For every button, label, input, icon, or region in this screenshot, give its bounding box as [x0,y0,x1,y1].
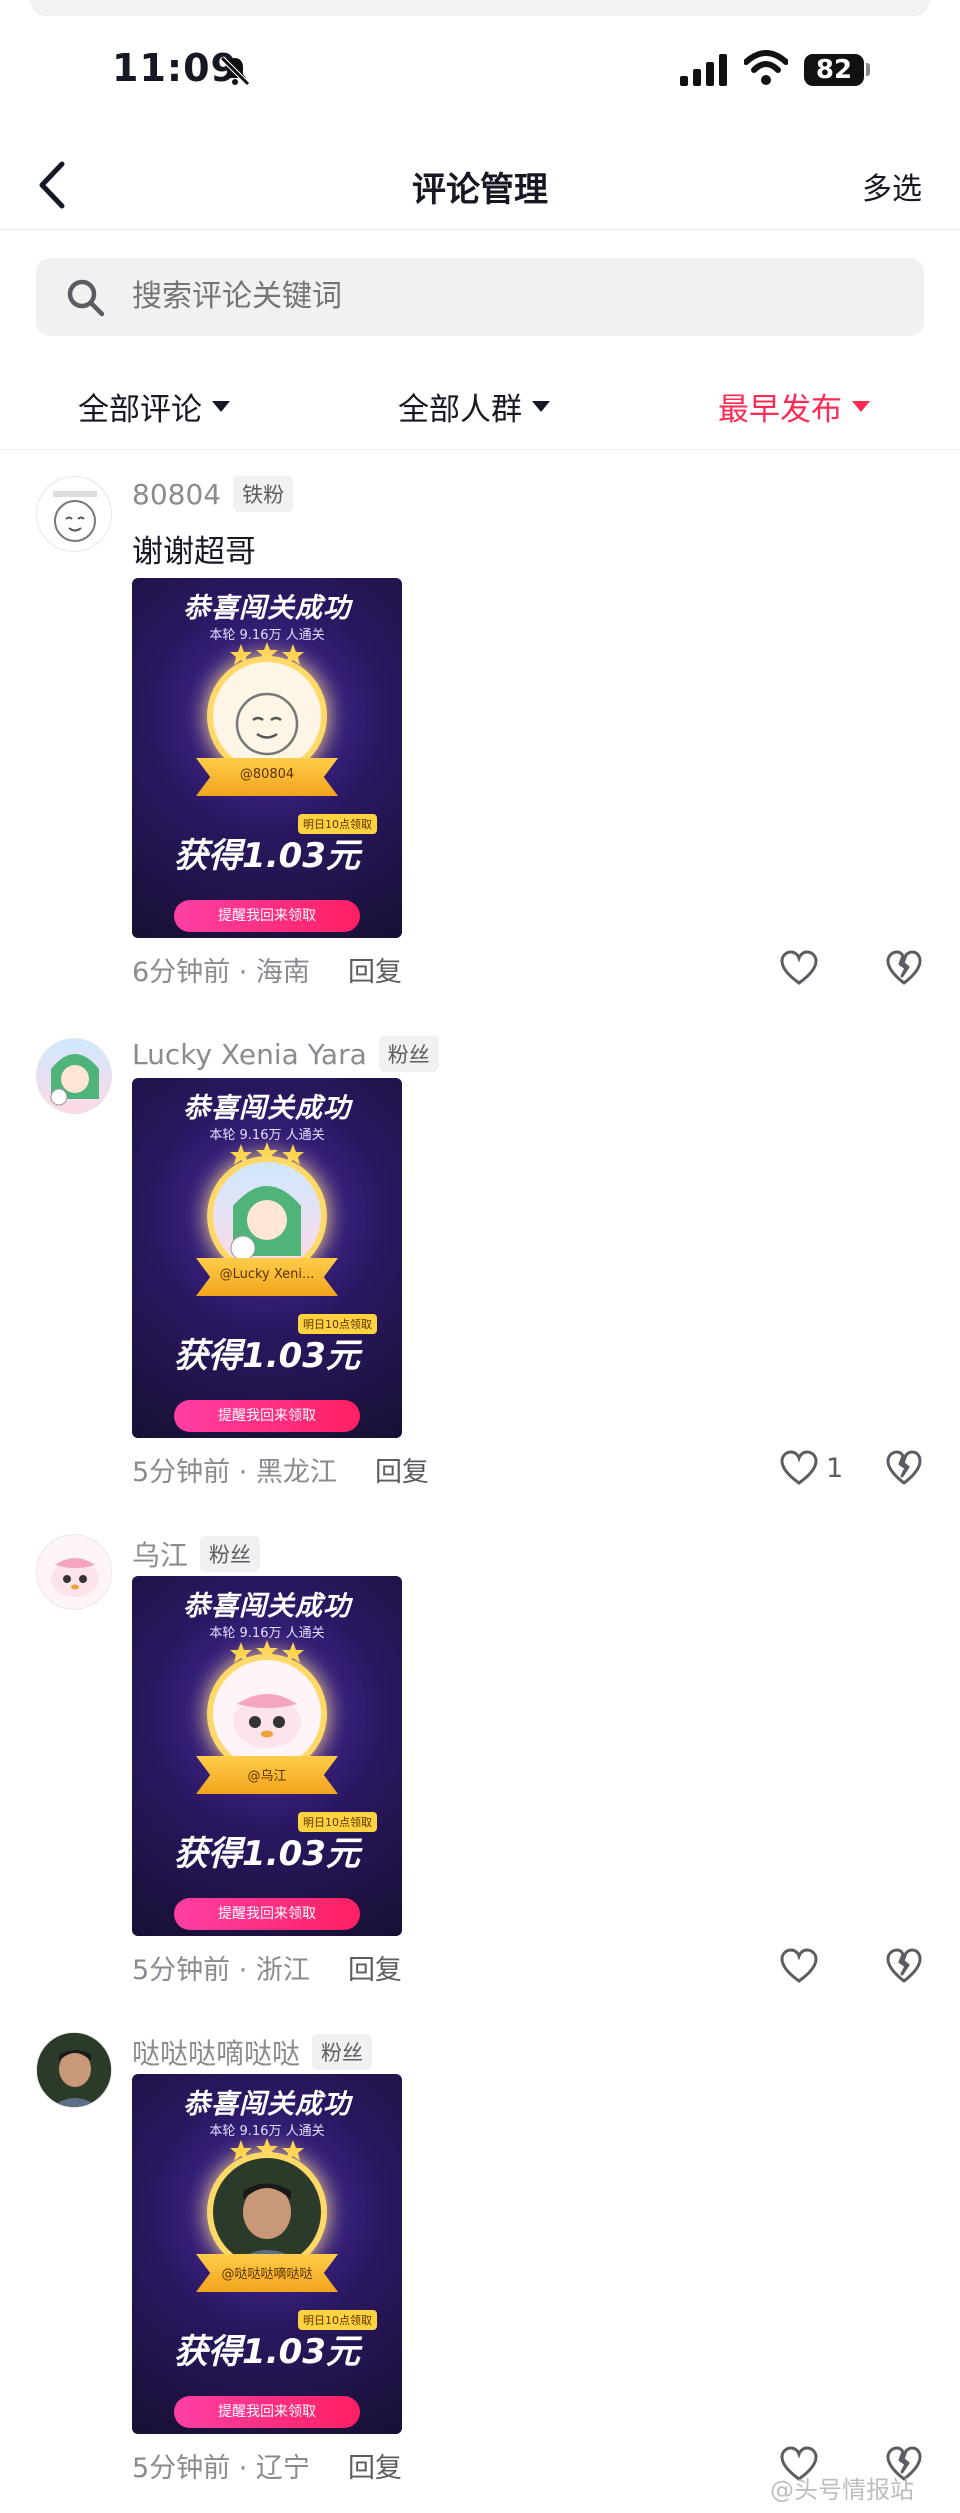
avatar[interactable] [36,1534,112,1610]
meta-row: 5分钟前 · 黑龙江 回复 [132,1450,429,1489]
reply-button[interactable]: 回复 [375,1450,429,1489]
cellular-signal-icon [680,54,727,86]
remind-claim-button: 提醒我回来领取 [174,900,360,932]
multi-select-button[interactable]: 多选 [862,164,922,208]
like-count: 1 [826,1452,844,1484]
card-amount: 获得1.03元 [174,1834,360,1874]
avatar[interactable] [36,1038,112,1114]
level-pass-card[interactable]: 恭喜闯关成功 本轮 9.16万 人通关 @哒哒哒嘀哒哒 明日10点领取 获得1.… [132,2074,402,2434]
heart-icon [780,1948,818,1983]
avatar[interactable] [36,476,112,552]
card-subtitle: 本轮 9.16万 人通关 [209,1626,325,1641]
filter-label: 最早发布 [718,392,842,428]
fan-badge: 粉丝 [312,2034,373,2070]
remind-claim-button: 提醒我回来领取 [174,1400,360,1432]
watermark: @头号情报站 [770,2476,914,2504]
filter-label: 全部评论 [78,392,202,428]
level-pass-card[interactable]: 恭喜闯关成功 本轮 9.16万 人通关 @Lucky Xeni... 明日10点… [132,1078,402,1438]
caret-down-icon [852,401,870,412]
search-icon [67,279,105,317]
card-title: 恭喜闯关成功 [183,593,351,624]
doodle-face-icon [235,692,299,756]
fan-badge: 粉丝 [378,1036,439,1072]
card-username: @哒哒哒嘀哒哒 [221,2267,313,2282]
filter-all-comments[interactable]: 全部评论 [78,384,230,429]
comment-time-location: 6分钟前 · 海南 [132,957,310,988]
reply-button[interactable]: 回复 [348,950,402,989]
page-title: 评论管理 [412,170,548,210]
reply-button[interactable]: 回复 [348,2446,402,2485]
username-row: 乌江 粉丝 [132,1534,261,1574]
avatar-anime-girl [50,1054,99,1106]
card-subtitle: 本轮 9.16万 人通关 [209,1128,325,1143]
wifi-icon [744,50,788,85]
like-button[interactable]: 1 [780,1450,843,1486]
status-bar: 11:09 82 [0,0,960,130]
card-amount: 获得1.03元 [174,2332,360,2372]
battery-tip [866,63,870,76]
filter-all-audience[interactable]: 全部人群 [398,384,550,429]
broken-heart-icon[interactable] [886,1450,922,1486]
card-username: @乌江 [247,1769,287,1784]
search-input[interactable] [132,258,892,336]
filter-bar: 全部评论 全部人群 最早发布 [0,370,960,450]
username-row: 哒哒哒嘀哒哒 粉丝 [132,2032,373,2072]
search-bar[interactable] [36,258,924,336]
card-amount: 获得1.03元 [174,1336,360,1376]
remind-claim-button: 提醒我回来领取 [174,2396,360,2428]
mute-bell-icon [220,56,250,86]
meta-row: 5分钟前 · 浙江 回复 [132,1948,402,1987]
avatar-cartoon-bird [51,1558,99,1597]
card-username: @80804 [239,767,295,782]
comment-time-location: 5分钟前 · 浙江 [132,1955,310,1986]
comment-time-location: 5分钟前 · 黑龙江 [132,1457,337,1488]
comment-time-location: 5分钟前 · 辽宁 [132,2453,310,2484]
filter-sort-earliest[interactable]: 最早发布 [718,384,870,429]
fan-badge: 铁粉 [233,476,294,512]
username-row: 80804 铁粉 [132,476,294,512]
avatar-doodle-face [53,491,97,542]
card-username: @Lucky Xeni... [219,1267,315,1282]
meta-row: 5分钟前 · 辽宁 回复 [132,2446,402,2485]
comment-text: 谢谢超哥 [132,534,256,570]
reply-button[interactable]: 回复 [348,1948,402,1987]
card-subtitle: 本轮 9.16万 人通关 [209,628,325,643]
username[interactable]: 哒哒哒嘀哒哒 [132,2032,300,2072]
caret-down-icon [532,401,550,412]
card-title: 恭喜闯关成功 [183,1093,351,1124]
level-pass-card[interactable]: 恭喜闯关成功 本轮 9.16万 人通关 @乌江 明日10点领取 获得1.03元 … [132,1576,402,1936]
like-button[interactable] [780,950,826,986]
heart-icon [780,950,818,985]
caret-down-icon [212,401,230,412]
anime-girl-icon [230,1186,301,1261]
card-subtitle: 本轮 9.16万 人通关 [209,2124,325,2139]
avatar-person-photo [37,2033,111,2107]
avatar[interactable] [36,2032,112,2108]
cartoon-bird-icon [233,1694,301,1748]
card-title: 恭喜闯关成功 [183,1591,351,1622]
filter-label: 全部人群 [398,392,522,428]
username[interactable]: 乌江 [132,1534,188,1574]
username[interactable]: Lucky Xenia Yara [132,1038,367,1071]
level-pass-card[interactable]: 恭喜闯关成功 本轮 9.16万 人通关 @80804 明日10点领取 获得1.0… [132,578,402,938]
broken-heart-icon[interactable] [886,1948,922,1984]
card-title: 恭喜闯关成功 [183,2089,351,2120]
username-row: Lucky Xenia Yara 粉丝 [132,1036,439,1072]
fan-badge: 粉丝 [200,1536,261,1572]
broken-heart-icon[interactable] [886,950,922,986]
person-photo-icon [229,2183,305,2266]
remind-claim-button: 提醒我回来领取 [174,1898,360,1930]
nav-bar: 评论管理 多选 [0,140,960,230]
meta-row: 6分钟前 · 海南 回复 [132,950,402,989]
heart-icon [780,1450,818,1485]
username[interactable]: 80804 [132,478,221,511]
battery-indicator: 82 [804,54,864,86]
card-amount: 获得1.03元 [174,836,360,876]
like-button[interactable] [780,1948,826,1984]
